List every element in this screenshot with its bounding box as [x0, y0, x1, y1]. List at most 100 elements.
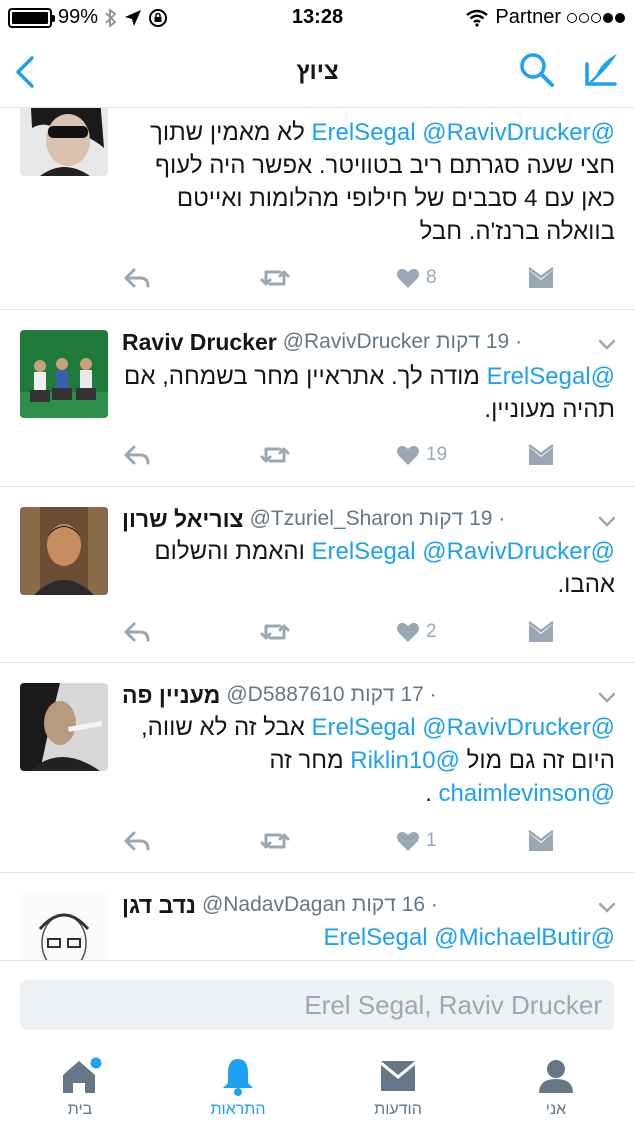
- tweet-item[interactable]: צוריאל שרון @Tzuriel_Sharon · 19 דקות @E…: [0, 487, 635, 663]
- reply-button[interactable]: [122, 263, 152, 293]
- avatar[interactable]: [20, 893, 108, 960]
- author-name[interactable]: נדב דגן: [122, 892, 196, 919]
- like-button[interactable]: 2: [396, 617, 437, 647]
- author-handle[interactable]: @D5887610: [226, 683, 344, 707]
- mention-link[interactable]: @ErelSegal: [487, 363, 615, 390]
- retweet-button[interactable]: [258, 440, 292, 470]
- like-button[interactable]: 8: [396, 263, 437, 293]
- like-button[interactable]: 1: [396, 826, 437, 856]
- direct-message-button[interactable]: [527, 263, 555, 293]
- reply-icon: [124, 268, 150, 288]
- tab-label: התראות: [210, 1101, 266, 1118]
- retweet-icon: [260, 447, 290, 463]
- tweet-actions: 19: [122, 440, 555, 470]
- mention-link[interactable]: @chaimlevinson: [439, 780, 615, 807]
- author-name[interactable]: צוריאל שרון: [122, 506, 244, 533]
- direct-message-button[interactable]: [527, 826, 555, 856]
- reply-button[interactable]: [122, 617, 152, 647]
- search-icon[interactable]: [517, 50, 557, 90]
- tweet-text: @ErelSegal @MichaelButir: [122, 921, 615, 954]
- like-count: 1: [426, 830, 437, 851]
- avatar[interactable]: [20, 330, 108, 418]
- envelope-arrow-icon: [528, 830, 554, 851]
- author-name[interactable]: Raviv Drucker: [122, 329, 277, 356]
- tweet-text-segment: .: [425, 780, 439, 807]
- envelope-arrow-icon: [528, 444, 554, 465]
- navigation-bar: ציוץ: [0, 36, 635, 108]
- tweet-time: · 16 דקות: [351, 893, 438, 916]
- heart-icon: [397, 831, 419, 851]
- author-name[interactable]: מעניין פה: [122, 682, 220, 709]
- tweet-header: מעניין פה @D5887610 · 17 דקות: [122, 679, 593, 711]
- retweet-button[interactable]: [258, 826, 292, 856]
- heart-icon: [397, 445, 419, 465]
- tweet-text: @ErelSegal @RavivDrucker אבל זה לא שווה,…: [122, 711, 615, 810]
- tweet-text: @ErelSegal @RavivDrucker לא מאמין שתוך ח…: [122, 116, 615, 248]
- chevron-down-icon[interactable]: [597, 338, 617, 352]
- tweet-actions: 1: [122, 826, 555, 856]
- retweet-button[interactable]: [258, 263, 292, 293]
- direct-message-button[interactable]: [527, 440, 555, 470]
- tweet-header: Raviv Drucker @RavivDrucker · 19 דקות: [122, 326, 593, 358]
- tab-label: אני: [545, 1101, 567, 1118]
- tab-notifications[interactable]: התראות: [188, 1055, 288, 1127]
- chevron-down-icon[interactable]: [597, 691, 617, 705]
- tab-messages[interactable]: הודעות: [348, 1055, 448, 1127]
- author-handle[interactable]: @RavivDrucker: [283, 330, 430, 354]
- reply-button[interactable]: [122, 826, 152, 856]
- reply-icon: [124, 445, 150, 465]
- retweet-icon: [260, 833, 290, 849]
- envelope-arrow-icon: [528, 621, 554, 642]
- avatar[interactable]: [20, 683, 108, 771]
- mention-link[interactable]: @ErelSegal @RavivDrucker: [312, 714, 616, 741]
- avatar[interactable]: [20, 507, 108, 595]
- reply-icon: [124, 831, 150, 851]
- direct-message-button[interactable]: [527, 617, 555, 647]
- tweet-text: @ErelSegal מודה לך. אתראיין מחר בשמחה, א…: [122, 360, 615, 426]
- tweet-actions: 8: [122, 263, 555, 293]
- tweet-text-segment: מחר זה: [269, 747, 351, 774]
- tweet-item[interactable]: Raviv Drucker @RavivDrucker · 19 דקות @E…: [0, 310, 635, 487]
- mention-link[interactable]: @ErelSegal @MichaelButir: [323, 924, 615, 951]
- heart-icon: [397, 268, 419, 288]
- reply-icon: [124, 622, 150, 642]
- tab-label: הודעות: [374, 1101, 422, 1118]
- like-count: 2: [426, 621, 437, 642]
- tweet-item[interactable]: @ErelSegal @RavivDrucker לא מאמין שתוך ח…: [0, 108, 635, 310]
- reply-input[interactable]: Erel Segal, Raviv Drucker: [20, 980, 614, 1030]
- mention-link[interactable]: @ErelSegal @RavivDrucker: [312, 538, 616, 565]
- status-bar: 99% 13:28 Partner: [0, 0, 635, 36]
- retweet-button[interactable]: [258, 617, 292, 647]
- bell-icon: [223, 1059, 253, 1096]
- tab-home[interactable]: בית: [30, 1055, 130, 1127]
- mention-link[interactable]: @Riklin10: [350, 747, 460, 774]
- person-icon: [539, 1060, 573, 1093]
- author-handle[interactable]: @Tzuriel_Sharon: [250, 507, 414, 531]
- like-count: 8: [426, 267, 437, 288]
- tab-me[interactable]: אני: [506, 1055, 606, 1127]
- status-right: Partner: [465, 6, 625, 29]
- tweet-feed[interactable]: @ErelSegal @RavivDrucker לא מאמין שתוך ח…: [0, 108, 635, 960]
- retweet-icon: [260, 270, 290, 286]
- tweet-item[interactable]: נדב דגן @NadavDagan · 16 דקות @ErelSegal…: [0, 873, 635, 960]
- compose-icon[interactable]: [581, 50, 621, 90]
- chevron-down-icon[interactable]: [597, 515, 617, 529]
- tweet-actions: 2: [122, 617, 555, 647]
- mention-link[interactable]: @ErelSegal @RavivDrucker: [312, 119, 616, 146]
- tweet-time: · 19 דקות: [419, 507, 506, 530]
- avatar[interactable]: [20, 108, 108, 176]
- tweet-item[interactable]: מעניין פה @D5887610 · 17 דקות @ErelSegal…: [0, 663, 635, 873]
- signal-dots-icon: [567, 12, 625, 23]
- like-button[interactable]: 19: [396, 440, 447, 470]
- author-handle[interactable]: @NadavDagan: [202, 893, 346, 917]
- reply-button[interactable]: [122, 440, 152, 470]
- envelope-icon: [381, 1061, 415, 1091]
- retweet-icon: [260, 624, 290, 640]
- tweet-time: · 19 דקות: [436, 330, 523, 353]
- envelope-arrow-icon: [528, 267, 554, 288]
- reply-bar: Erel Segal, Raviv Drucker: [0, 960, 635, 1045]
- home-icon: [63, 1057, 102, 1093]
- tab-bar: בית התראות הודעות אני: [0, 1045, 635, 1129]
- heart-icon: [397, 622, 419, 642]
- chevron-down-icon[interactable]: [597, 901, 617, 915]
